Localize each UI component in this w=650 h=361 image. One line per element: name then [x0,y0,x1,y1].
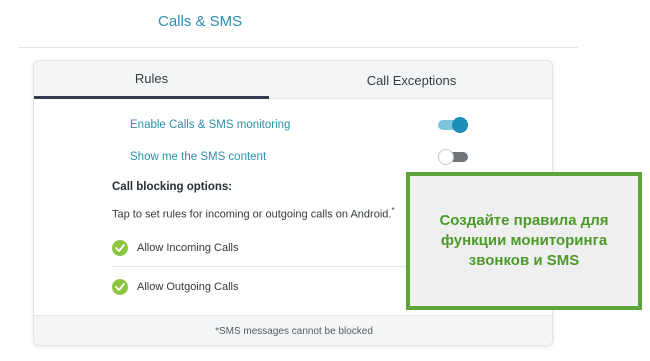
allow-outgoing-calls-label: Allow Outgoing Calls [137,281,239,293]
monitoring-toggle[interactable] [438,117,468,133]
header-divider [18,47,578,48]
callout-box: Создайте правила для функции мониторинга… [406,172,642,310]
toggle-label-monitoring: Enable Calls & SMS monitoring [130,119,291,131]
toggle-knob [438,149,454,165]
tab-call-exceptions[interactable]: Call Exceptions [269,61,552,99]
check-icon[interactable] [112,279,128,295]
toggle-label-sms-content: Show me the SMS content [130,151,267,163]
calls-sms-page: Calls & SMS Rules Call Exceptions Enable… [0,0,650,361]
card-footer-note: *SMS messages cannot be blocked [34,315,552,345]
tab-rules[interactable]: Rules [34,61,269,99]
sms-content-toggle[interactable] [438,149,468,165]
call-blocking-help-text: Tap to set rules for incoming or outgoin… [112,208,392,221]
allow-incoming-calls-label: Allow Incoming Calls [137,241,239,254]
call-blocking-help: Tap to set rules for incoming or outgoin… [112,206,395,221]
call-blocking-heading: Call blocking options: [112,181,233,193]
callout-text: Создайте правила для функции мониторинга… [439,211,609,270]
toggle-knob [452,117,468,133]
tab-bar: Rules Call Exceptions [34,61,552,99]
toggle-row-sms-content: Show me the SMS content [130,147,468,167]
toggle-row-monitoring: Enable Calls & SMS monitoring [130,115,468,135]
check-icon[interactable] [112,239,128,256]
footnote-mark: * [391,206,395,215]
page-title: Calls & SMS [158,13,243,30]
